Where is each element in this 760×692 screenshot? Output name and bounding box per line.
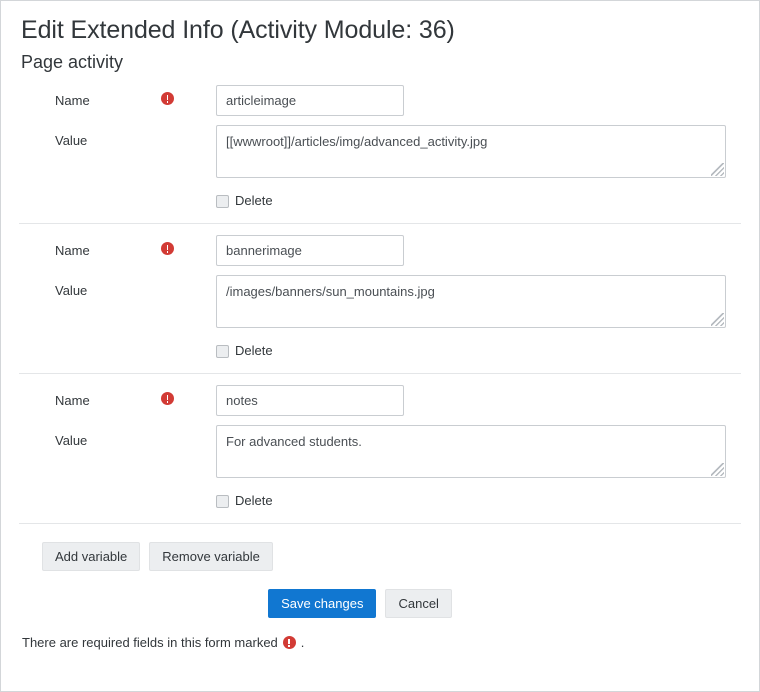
- value-row: Value: [19, 125, 741, 183]
- required-fields-note-text: There are required fields in this form m…: [22, 635, 278, 650]
- name-label: Name: [55, 393, 90, 408]
- delete-checkbox-label: Delete: [235, 493, 273, 508]
- required-marker: [159, 385, 216, 405]
- value-textarea[interactable]: [216, 425, 726, 478]
- delete-control: Delete: [216, 193, 741, 209]
- cancel-button[interactable]: Cancel: [385, 589, 452, 618]
- name-label: Name: [55, 93, 90, 108]
- required-exclamation-icon: [161, 392, 174, 405]
- delete-row: Delete: [19, 493, 741, 509]
- required-exclamation-icon: [282, 635, 296, 650]
- name-input[interactable]: [216, 235, 404, 266]
- delete-row-label-spacer: [19, 343, 159, 350]
- value-row: Value: [19, 425, 741, 483]
- name-input[interactable]: [216, 385, 404, 416]
- delete-checkbox[interactable]: [216, 344, 229, 358]
- name-control: [216, 385, 741, 416]
- save-changes-button[interactable]: Save changes: [268, 589, 377, 618]
- delete-row: Delete: [19, 193, 741, 209]
- form-actions: Save changes Cancel: [1, 571, 741, 618]
- delete-checkbox-row[interactable]: Delete: [216, 343, 741, 359]
- required-fields-note-period: .: [300, 635, 305, 650]
- delete-checkbox-label: Delete: [235, 343, 273, 358]
- value-control: [216, 125, 741, 183]
- value-textarea[interactable]: [216, 125, 726, 178]
- variable-actions: Add variable Remove variable: [19, 524, 741, 571]
- value-label: Value: [55, 283, 88, 298]
- name-input[interactable]: [216, 85, 404, 116]
- value-required-spacer: [159, 125, 216, 132]
- value-textarea-wrap: [216, 125, 726, 178]
- value-required-spacer: [159, 425, 216, 432]
- delete-required-spacer: [159, 193, 216, 200]
- delete-control: Delete: [216, 343, 741, 359]
- name-label: Name: [55, 243, 90, 258]
- delete-row-label-spacer: [19, 193, 159, 200]
- value-control: [216, 425, 741, 483]
- delete-checkbox-row[interactable]: Delete: [216, 493, 741, 509]
- delete-row-label-spacer: [19, 493, 159, 500]
- remove-variable-button[interactable]: Remove variable: [149, 542, 273, 571]
- edit-extended-info-page: Edit Extended Info (Activity Module: 36)…: [0, 0, 760, 692]
- variable-group: Name Value: [19, 74, 741, 209]
- value-control: [216, 275, 741, 333]
- required-exclamation-icon: [161, 92, 174, 105]
- value-textarea-wrap: [216, 425, 726, 478]
- name-control: [216, 85, 741, 116]
- value-label: Value: [55, 433, 88, 448]
- delete-row: Delete: [19, 343, 741, 359]
- required-marker: [159, 85, 216, 105]
- value-label: Value: [55, 133, 88, 148]
- required-exclamation-icon: [161, 242, 174, 255]
- value-textarea[interactable]: [216, 275, 726, 328]
- section-title: Page activity: [21, 52, 124, 72]
- value-row: Value: [19, 275, 741, 333]
- name-row: Name: [19, 235, 741, 266]
- delete-checkbox-label: Delete: [235, 193, 273, 208]
- name-row: Name: [19, 385, 741, 416]
- value-required-spacer: [159, 275, 216, 282]
- name-row: Name: [19, 85, 741, 116]
- variable-group: Name Value: [19, 224, 741, 359]
- delete-required-spacer: [159, 493, 216, 500]
- variable-group: Name Value: [19, 374, 741, 509]
- name-control: [216, 235, 741, 266]
- delete-checkbox[interactable]: [216, 194, 229, 208]
- page-title: Edit Extended Info (Activity Module: 36): [21, 16, 455, 44]
- value-textarea-wrap: [216, 275, 726, 328]
- delete-required-spacer: [159, 343, 216, 350]
- delete-checkbox[interactable]: [216, 494, 229, 508]
- required-fields-note: There are required fields in this form m…: [19, 618, 741, 650]
- required-marker: [159, 235, 216, 255]
- add-variable-button[interactable]: Add variable: [42, 542, 141, 571]
- delete-control: Delete: [216, 493, 741, 509]
- delete-checkbox-row[interactable]: Delete: [216, 193, 741, 209]
- page-content: Edit Extended Info (Activity Module: 36)…: [1, 1, 759, 650]
